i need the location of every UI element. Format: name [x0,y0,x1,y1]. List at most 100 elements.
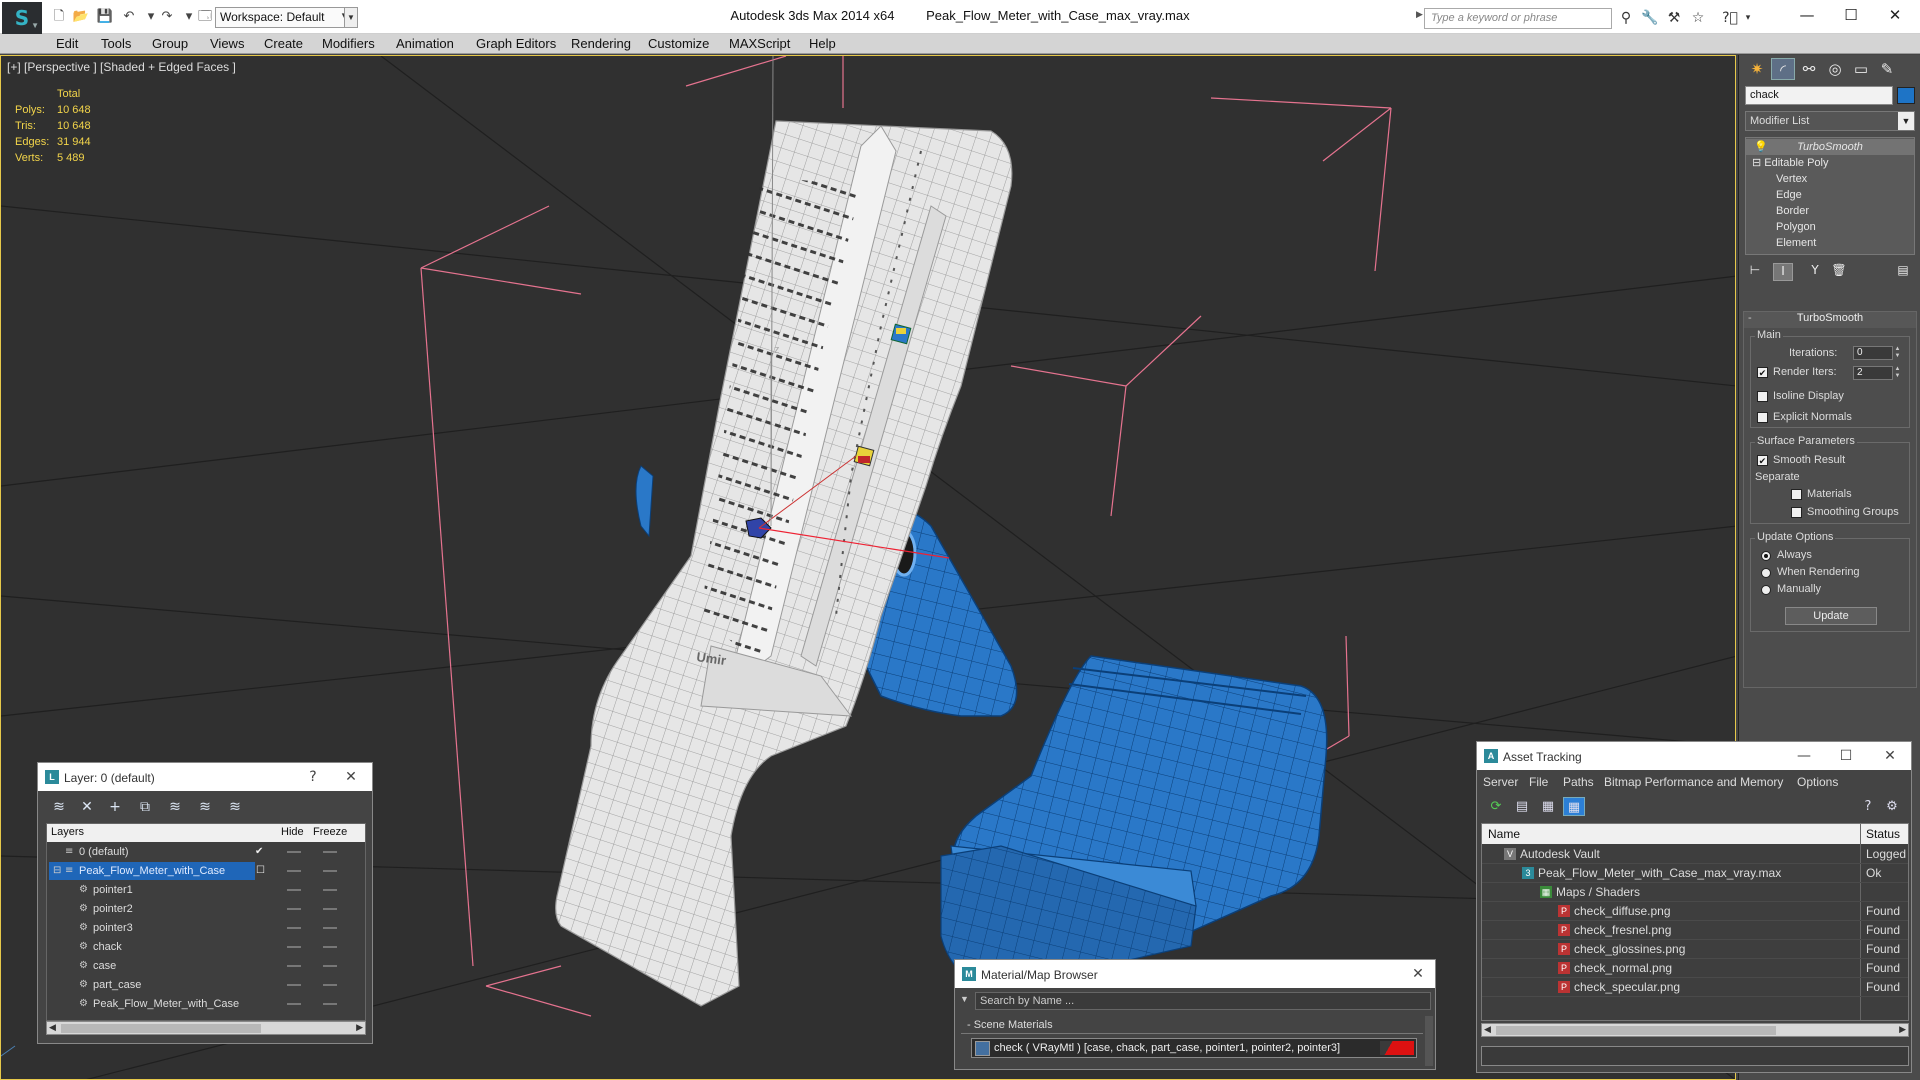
render-iters-checkbox[interactable]: ✔ [1757,367,1768,378]
scrollbar-thumb[interactable] [61,1024,261,1033]
material-search-input[interactable]: Search by Name ... [975,992,1431,1010]
freeze-toggle[interactable] [323,851,337,853]
horizontal-scrollbar[interactable]: ◀ ▶ [1481,1023,1909,1037]
help-icon[interactable]: ?⃝ [1720,9,1740,27]
layer-row[interactable]: ⚙ pointer1 [47,881,365,900]
layer-row[interactable]: ⚙ pointer2 [47,900,365,919]
help-button[interactable]: ? [302,768,324,786]
settings-icon[interactable]: ⚙ [1881,797,1903,816]
freeze-all-layers-icon[interactable]: ≋ [224,797,246,817]
infocenter-search-input[interactable]: Type a keyword or phrase [1424,8,1612,29]
make-unique-icon[interactable]: Y [1805,263,1825,281]
new-file-icon[interactable]: 🗋 [50,9,68,25]
viewport-label[interactable]: [+] [Perspective ] [Shaded + Edged Faces… [7,60,236,74]
highlight-layer-icon[interactable]: ≋ [164,797,186,817]
configure-sets-icon[interactable]: ▤ [1893,263,1913,281]
favorites-star-icon[interactable]: ☆ [1688,9,1708,27]
remove-modifier-icon[interactable]: 🗑 [1829,263,1849,281]
horizontal-scrollbar[interactable]: ◀ ▶ [46,1021,366,1035]
asset-row[interactable]: P check_diffuse.png Found [1482,902,1908,921]
menu-graph-editors[interactable]: Graph Editors [476,36,556,51]
redo-icon[interactable]: ↷ [158,9,176,25]
motion-tab-icon[interactable]: ◎ [1823,58,1847,80]
maximize-icon[interactable]: ☐ [1830,4,1872,26]
asset-row[interactable]: ▦ Maps / Shaders [1482,883,1908,902]
app-menu-button[interactable]: S ▼ [2,2,42,34]
menu-create[interactable]: Create [264,36,303,51]
menu-animation[interactable]: Animation [396,36,454,51]
menu-edit[interactable]: Edit [56,36,78,51]
rollout-header[interactable]: - TurboSmooth [1744,312,1916,328]
show-end-result-icon[interactable]: I [1773,263,1793,281]
stack-item-editable-poly[interactable]: ⊟ Editable Poly [1746,155,1914,171]
freeze-toggle[interactable] [323,927,337,929]
maximize-icon[interactable]: ☐ [1835,747,1857,765]
create-layer-icon[interactable]: ≋ [48,797,70,817]
smooth-result-checkbox[interactable]: ✔ [1757,455,1768,466]
menu-help[interactable]: Help [809,36,836,51]
undo-icon[interactable]: ↶ [120,9,138,25]
scroll-left-icon[interactable]: ◀ [1484,1024,1491,1035]
close-icon[interactable]: ✕ [1879,747,1901,765]
stack-item-vertex[interactable]: Vertex [1746,171,1914,187]
minimize-icon[interactable]: — [1786,4,1828,26]
update-always-radio[interactable] [1761,551,1771,561]
add-to-layer-icon[interactable]: + [104,797,126,817]
workspace-dropdown[interactable]: Workspace: Default ▼ [215,7,352,28]
hide-all-layers-icon[interactable]: ≋ [194,797,216,817]
help-icon[interactable]: ? [1857,797,1879,816]
scroll-left-icon[interactable]: ◀ [49,1022,56,1033]
materials-checkbox[interactable] [1791,489,1802,500]
hide-toggle[interactable] [287,908,301,910]
asset-row[interactable]: 3 Peak_Flow_Meter_with_Case_max_vray.max… [1482,864,1908,883]
table-view-icon[interactable]: ▦ [1563,797,1585,816]
asset-row[interactable]: P check_normal.png Found [1482,959,1908,978]
layer-row[interactable]: ⚙ pointer3 [47,919,365,938]
window-titlebar[interactable]: A Asset Tracking — ☐ ✕ [1477,742,1911,770]
menu-group[interactable]: Group [152,36,188,51]
scroll-right-icon[interactable]: ▶ [1899,1024,1906,1035]
thumbnail-view-icon[interactable]: ▦ [1537,797,1559,816]
close-icon[interactable]: ✕ [1874,4,1916,26]
freeze-toggle[interactable] [323,908,337,910]
update-button[interactable]: Update [1785,607,1877,625]
freeze-toggle[interactable] [323,984,337,986]
asset-row[interactable]: P check_specular.png Found [1482,978,1908,997]
explicit-normals-checkbox[interactable] [1757,412,1768,423]
viewcube[interactable] [1,1045,16,1057]
layer-row-selected[interactable]: ⊟ ≡ Peak_Flow_Meter_with_Case ☐ [47,862,365,881]
menu-rendering[interactable]: Rendering [571,36,631,51]
display-tab-icon[interactable]: ▭ [1849,58,1873,80]
open-file-icon[interactable]: 📂 [72,9,90,25]
stack-item-turbosmooth[interactable]: 💡 TurboSmooth [1746,139,1914,155]
active-layer-icon[interactable]: ☐ [256,865,265,876]
modify-tab-icon[interactable]: ◜ [1771,58,1795,80]
layer-row[interactable]: ⚙ chack [47,938,365,957]
scrollbar-thumb[interactable] [1496,1026,1776,1035]
column-header-name[interactable]: Name [1488,827,1520,841]
asset-row[interactable]: P check_glossines.png Found [1482,940,1908,959]
project-folder-icon[interactable]: 🗔 [196,9,214,25]
freeze-toggle[interactable] [323,889,337,891]
stack-item-border[interactable]: Border [1746,203,1914,219]
list-view-icon[interactable]: ▤ [1511,797,1533,816]
freeze-toggle[interactable] [323,946,337,948]
freeze-toggle[interactable] [323,1003,337,1005]
hide-toggle[interactable] [287,870,301,872]
select-objects-icon[interactable]: ⧉ [134,797,156,817]
modifier-list-dropdown[interactable]: Modifier List ▼ [1745,111,1915,131]
material-item[interactable]: check ( VRayMtl ) [case, chack, part_cas… [971,1038,1417,1058]
layer-row[interactable]: ⚙ case [47,957,365,976]
stack-item-polygon[interactable]: Polygon [1746,219,1914,235]
browser-options-icon[interactable]: ▼ [960,994,969,1004]
menu-maxscript[interactable]: MAXScript [729,36,790,51]
refresh-icon[interactable]: ⟳ [1485,797,1507,816]
pin-stack-icon[interactable]: ⊢ [1745,263,1765,281]
menu-views[interactable]: Views [210,36,244,51]
menu-paths[interactable]: Paths [1563,775,1594,789]
column-header-hide[interactable]: Hide [281,826,304,838]
spinner-arrows-icon[interactable]: ▲ ▼ [1893,366,1902,380]
stack-item-edge[interactable]: Edge [1746,187,1914,203]
iterations-spinner[interactable]: 0 [1853,346,1893,360]
search-expand-icon[interactable]: ▶ [1416,9,1423,20]
